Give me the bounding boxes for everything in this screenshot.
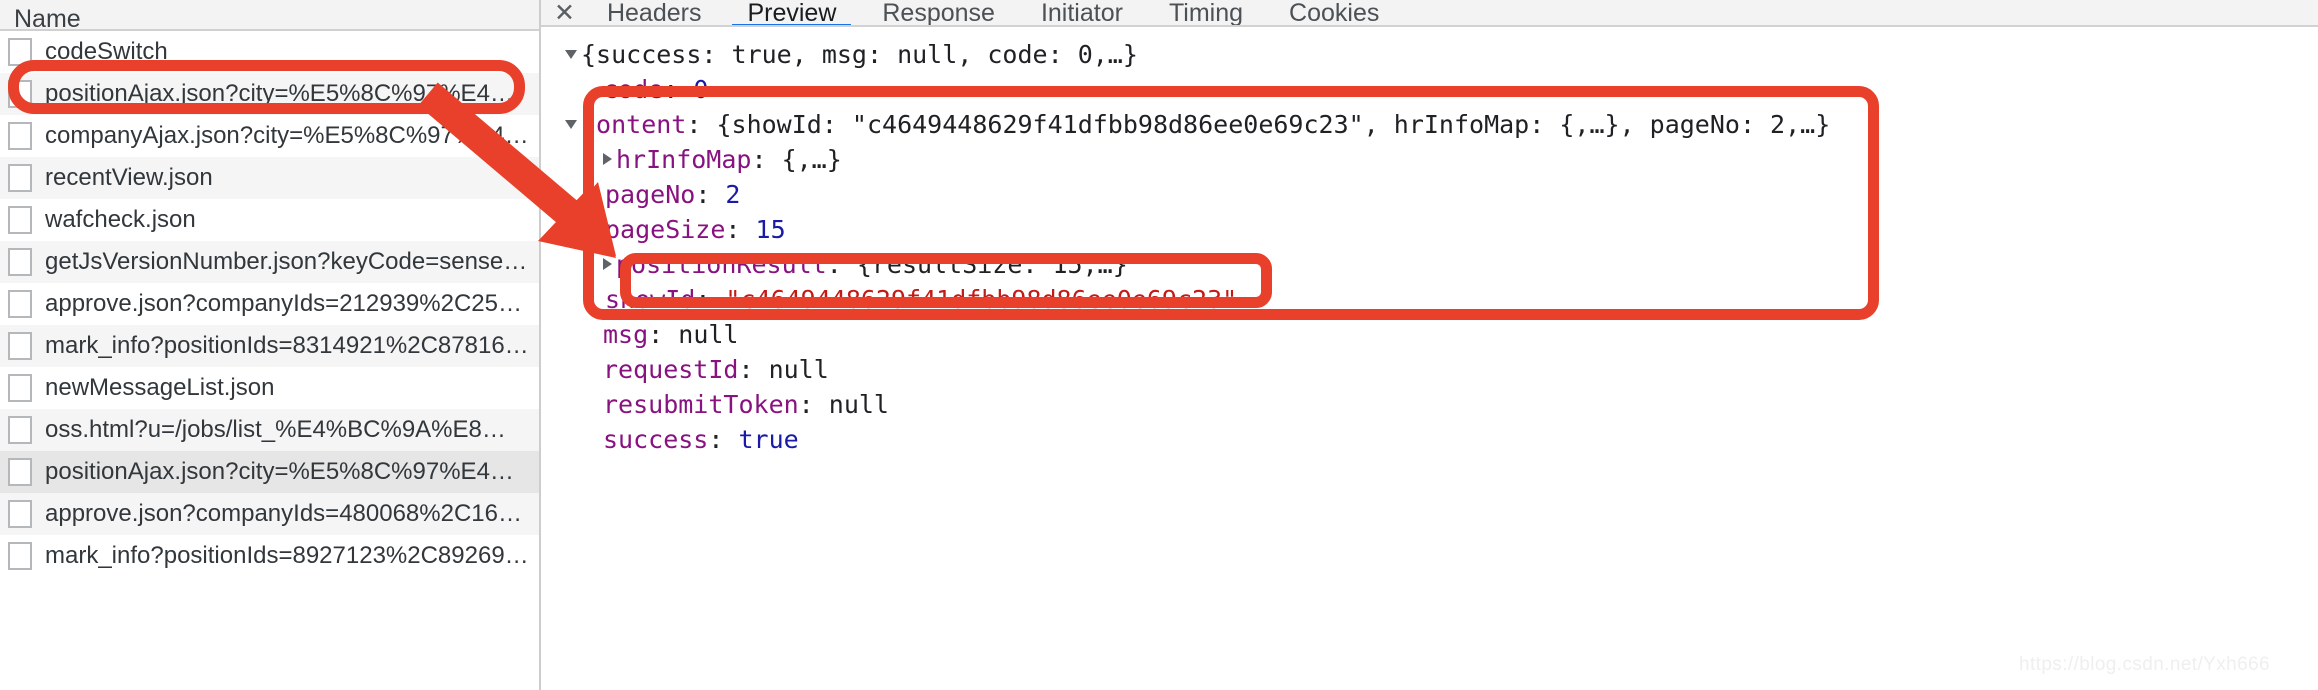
json-value-resubmittoken: null	[828, 390, 889, 419]
network-request-list-panel: Name codeSwitch positionAjax.json?city=%E…	[0, 0, 541, 690]
detail-tabbar: ✕ Headers Preview Response Initiator Tim…	[541, 0, 2318, 27]
json-line-content[interactable]: content: {showId: "c4649448629f41dfbb98d…	[565, 107, 2318, 142]
request-list-item[interactable]: wafcheck.json	[0, 199, 539, 241]
document-icon	[8, 458, 32, 486]
request-rows-container: codeSwitch positionAjax.json?city=%E5%8C%…	[0, 31, 539, 577]
json-key-msg: msg	[603, 320, 649, 349]
request-list-item-label: approve.json?companyIds=212939%2C25…	[45, 290, 522, 317]
document-icon	[8, 290, 32, 318]
json-line-requestid: requestId: null	[603, 355, 829, 384]
document-icon	[8, 416, 32, 444]
column-header-name[interactable]: Name	[14, 6, 81, 32]
json-key-pageno: pageNo	[605, 180, 696, 209]
document-icon	[8, 206, 32, 234]
json-value-showid: "c4649448629f41dfbb98d86ee0e69c23"	[725, 285, 1238, 314]
document-icon	[8, 38, 32, 66]
request-list-item-label: getJsVersionNumber.json?keyCode=sense…	[45, 248, 528, 275]
tab-cookies[interactable]: Cookies	[1266, 0, 1402, 25]
tab-preview[interactable]: Preview	[724, 0, 859, 25]
chevron-down-icon[interactable]	[565, 50, 577, 59]
document-icon	[8, 248, 32, 276]
json-key-requestid: requestId	[603, 355, 739, 384]
request-list-item-label: wafcheck.json	[45, 206, 196, 233]
request-list-item[interactable]: positionAjax.json?city=%E5%8C%97%E4…	[0, 73, 539, 115]
tab-initiator[interactable]: Initiator	[1018, 0, 1146, 25]
json-line-positionresult[interactable]: positionResult: {resultSize: 15,…}	[565, 247, 2318, 282]
json-line-hrinfomap[interactable]: hrInfoMap: {,…}	[565, 142, 2318, 177]
json-root-summary: {success: true, msg: null, code: 0,…}	[581, 40, 1138, 69]
document-icon	[8, 500, 32, 528]
json-value-pageno: 2	[725, 180, 741, 209]
json-key-showid: showId	[605, 285, 696, 314]
document-icon	[8, 80, 32, 108]
chevron-down-icon[interactable]	[565, 120, 577, 129]
request-list-item-label: companyAjax.json?city=%E5%8C%97%E4…	[45, 122, 529, 149]
json-value-pagesize: 15	[755, 215, 786, 244]
request-list-item-label: mark_info?positionIds=8927123%2C89269…	[45, 542, 529, 569]
json-key-pagesize: pageSize	[605, 215, 726, 244]
json-key-code: code	[603, 75, 664, 104]
request-list-item-label: newMessageList.json	[45, 374, 275, 401]
json-line-msg: msg: null	[603, 320, 739, 349]
json-line-resubmittoken: resubmitToken: null	[603, 390, 889, 419]
request-list-item[interactable]: mark_info?positionIds=8314921%2C87816…	[0, 325, 539, 367]
request-list-item[interactable]: newMessageList.json	[0, 367, 539, 409]
document-icon	[8, 122, 32, 150]
json-line-pagesize: pageSize: 15	[605, 215, 786, 244]
request-list-item-label: recentView.json	[45, 164, 213, 191]
request-list-item-label: positionAjax.json?city=%E5%8C%97%E4…	[45, 458, 514, 485]
json-value-hrinfomap: {,…}	[781, 145, 842, 174]
request-list-item[interactable]: mark_info?positionIds=8927123%2C89269…	[0, 535, 539, 577]
request-list-item[interactable]: approve.json?companyIds=480068%2C16…	[0, 493, 539, 535]
json-key-success: success	[603, 425, 709, 454]
document-icon	[8, 542, 32, 570]
request-list-item[interactable]: oss.html?u=/jobs/list_%E4%BC%9A%E8…	[0, 409, 539, 451]
tab-response[interactable]: Response	[859, 0, 1018, 25]
devtools-network-panel: Name codeSwitch positionAjax.json?city=%E…	[0, 0, 2318, 690]
json-key-positionresult: positionResult	[616, 250, 827, 279]
json-preview-tree: {success: true, msg: null, code: 0,…} co…	[541, 27, 2318, 457]
request-list-item-label: oss.html?u=/jobs/list_%E4%BC%9A%E8…	[45, 416, 506, 443]
request-list-item[interactable]: positionAjax.json?city=%E5%8C%97%E4…	[0, 451, 539, 493]
json-line-pageno: pageNo: 2	[605, 180, 741, 209]
json-value-positionresult: {resultSize: 15,…}	[856, 250, 1128, 279]
chevron-right-icon[interactable]	[603, 258, 612, 270]
json-root-line[interactable]: {success: true, msg: null, code: 0,…}	[565, 37, 2318, 72]
json-value-code: 0	[693, 75, 709, 104]
document-icon	[8, 164, 32, 192]
request-list-item[interactable]: approve.json?companyIds=212939%2C25…	[0, 283, 539, 325]
json-key-resubmittoken: resubmitToken	[603, 390, 799, 419]
request-detail-panel: ✕ Headers Preview Response Initiator Tim…	[541, 0, 2318, 690]
document-icon	[8, 374, 32, 402]
json-value-requestid: null	[768, 355, 829, 384]
request-list-item-label: positionAjax.json?city=%E5%8C%97%E4…	[45, 80, 514, 107]
chevron-right-icon[interactable]	[603, 153, 612, 165]
request-list-item[interactable]: recentView.json	[0, 157, 539, 199]
json-key-content: content	[581, 110, 687, 139]
request-list-item-label: codeSwitch	[45, 38, 168, 65]
watermark-text: https://blog.csdn.net/Yxh666	[2019, 654, 2270, 675]
close-icon[interactable]: ✕	[545, 0, 584, 25]
tab-timing[interactable]: Timing	[1146, 0, 1266, 25]
request-list-item-label: mark_info?positionIds=8314921%2C87816…	[45, 332, 529, 359]
request-list-item[interactable]: getJsVersionNumber.json?keyCode=sense…	[0, 241, 539, 283]
request-list-item-label: approve.json?companyIds=480068%2C16…	[45, 500, 522, 527]
request-list-header: Name	[0, 0, 539, 32]
request-list-item[interactable]: codeSwitch	[0, 31, 539, 73]
json-value-success: true	[738, 425, 799, 454]
tab-headers[interactable]: Headers	[584, 0, 725, 25]
json-line-success: success: true	[603, 425, 799, 454]
json-value-content-summary: {showId: "c4649448629f41dfbb98d86ee0e69c…	[716, 110, 1831, 139]
json-line-code: code: 0	[603, 75, 709, 104]
json-value-msg: null	[678, 320, 739, 349]
json-key-hrinfomap: hrInfoMap	[616, 145, 752, 174]
document-icon	[8, 332, 32, 360]
request-list-item[interactable]: companyAjax.json?city=%E5%8C%97%E4…	[0, 115, 539, 157]
json-line-showid: showId: "c4649448629f41dfbb98d86ee0e69c2…	[605, 285, 1238, 314]
